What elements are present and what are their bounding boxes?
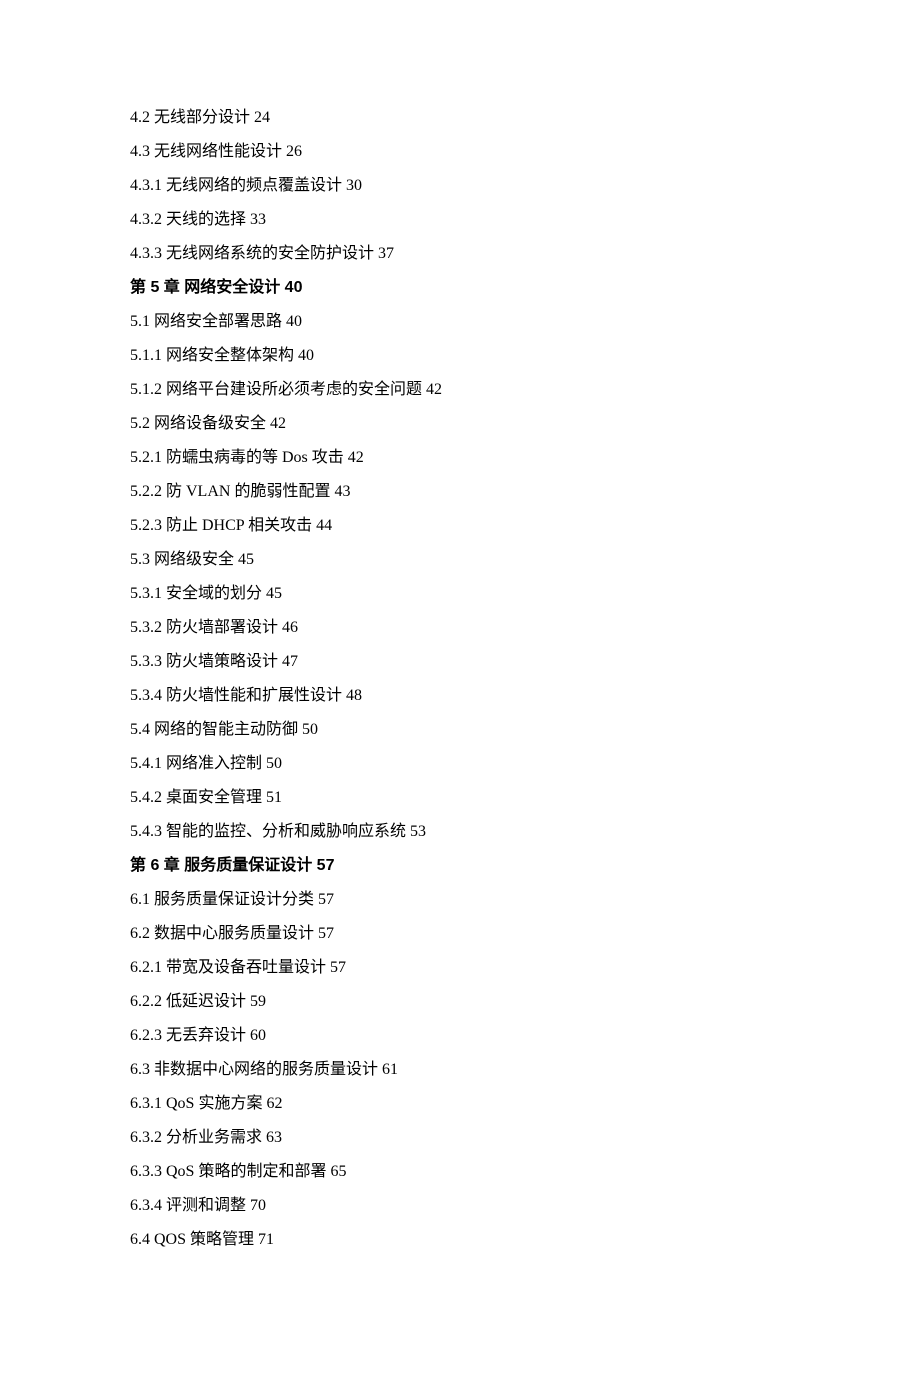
toc-entry: 6.3.2 分析业务需求 63	[130, 1130, 770, 1146]
toc-entry: 5.3.1 安全域的划分 45	[130, 586, 770, 602]
toc-entry: 6.3.3 QoS 策略的制定和部署 65	[130, 1164, 770, 1180]
toc-entry: 6.1 服务质量保证设计分类 57	[130, 892, 770, 908]
toc-entry: 4.3.3 无线网络系统的安全防护设计 37	[130, 246, 770, 262]
toc-entry: 6.3.4 评测和调整 70	[130, 1198, 770, 1214]
toc-entry: 6.2.3 无丢弃设计 60	[130, 1028, 770, 1044]
toc-entry: 5.1.1 网络安全整体架构 40	[130, 348, 770, 364]
toc-entry: 5.3.4 防火墙性能和扩展性设计 48	[130, 688, 770, 704]
toc-entry: 5.2 网络设备级安全 42	[130, 416, 770, 432]
toc-entry: 4.3 无线网络性能设计 26	[130, 144, 770, 160]
toc-entry: 6.3 非数据中心网络的服务质量设计 61	[130, 1062, 770, 1078]
toc-entry: 4.2 无线部分设计 24	[130, 110, 770, 126]
toc-entry: 5.2.2 防 VLAN 的脆弱性配置 43	[130, 484, 770, 500]
toc-entry: 5.4 网络的智能主动防御 50	[130, 722, 770, 738]
toc-entry: 5.1.2 网络平台建设所必须考虑的安全问题 42	[130, 382, 770, 398]
toc-entry: 6.4 QOS 策略管理 71	[130, 1232, 770, 1248]
toc-entry: 6.3.1 QoS 实施方案 62	[130, 1096, 770, 1112]
toc-entry: 6.2 数据中心服务质量设计 57	[130, 926, 770, 942]
toc-entry: 5.4.3 智能的监控、分析和威胁响应系统 53	[130, 824, 770, 840]
toc-entry: 4.3.2 天线的选择 33	[130, 212, 770, 228]
toc-entry: 5.3.3 防火墙策略设计 47	[130, 654, 770, 670]
toc-entry: 4.3.1 无线网络的频点覆盖设计 30	[130, 178, 770, 194]
toc-entry: 5.1 网络安全部署思路 40	[130, 314, 770, 330]
toc-entry: 5.3.2 防火墙部署设计 46	[130, 620, 770, 636]
toc-entry: 6.2.2 低延迟设计 59	[130, 994, 770, 1010]
toc-page: 4.2 无线部分设计 24 4.3 无线网络性能设计 26 4.3.1 无线网络的频…	[0, 0, 770, 1386]
toc-entry: 5.2.1 防蠕虫病毒的等 Dos 攻击 42	[130, 450, 770, 466]
toc-entry: 6.2.1 带宽及设备吞吐量设计 57	[130, 960, 770, 976]
toc-entry: 5.4.2 桌面安全管理 51	[130, 790, 770, 806]
toc-entry: 5.4.1 网络准入控制 50	[130, 756, 770, 772]
toc-entry: 5.3 网络级安全 45	[130, 552, 770, 568]
toc-chapter-heading: 第 5 章 网络安全设计 40	[130, 280, 770, 296]
toc-chapter-heading: 第 6 章 服务质量保证设计 57	[130, 858, 770, 874]
toc-entry: 5.2.3 防止 DHCP 相关攻击 44	[130, 518, 770, 534]
